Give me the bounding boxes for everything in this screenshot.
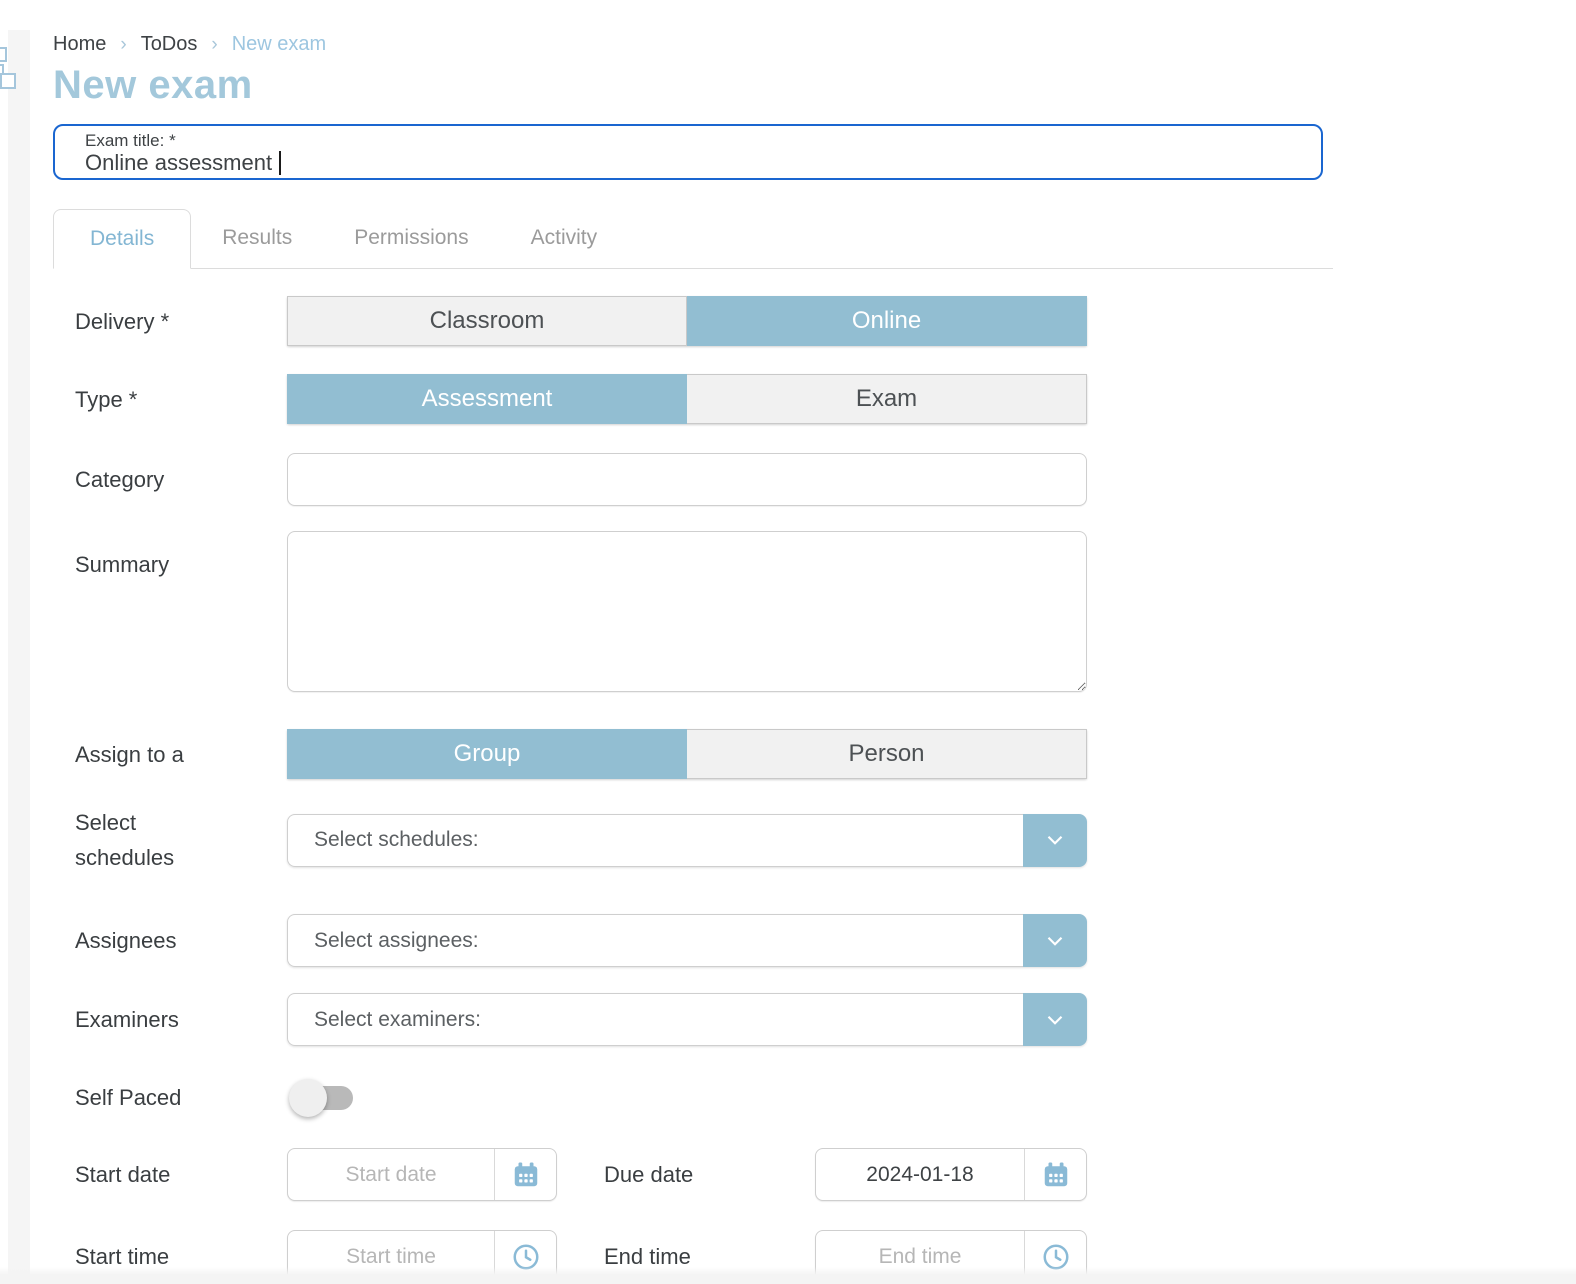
examiners-placeholder: Select examiners: bbox=[287, 993, 1023, 1046]
bottom-fade bbox=[0, 1267, 1576, 1284]
exam-title-label: Exam title: * bbox=[85, 131, 1321, 151]
schedules-placeholder: Select schedules: bbox=[287, 814, 1023, 867]
left-sidebar-rail bbox=[8, 30, 30, 1284]
examiners-label: Examiners bbox=[53, 1002, 287, 1037]
start-date-calendar-button[interactable] bbox=[494, 1149, 556, 1200]
breadcrumb-home[interactable]: Home bbox=[53, 33, 106, 56]
text-cursor bbox=[279, 151, 281, 175]
type-assessment-button[interactable]: Assessment bbox=[287, 374, 687, 424]
dates-row: Start date Due date bbox=[53, 1148, 1333, 1201]
exam-details-form: Delivery * Classroom Online Type * Asses… bbox=[53, 296, 1333, 1283]
schedules-dropdown-button[interactable] bbox=[1023, 814, 1087, 867]
org-chart-icon bbox=[0, 46, 17, 92]
summary-label: Summary bbox=[53, 531, 287, 582]
delivery-label: Delivery * bbox=[53, 304, 287, 339]
start-date-label: Start date bbox=[53, 1157, 287, 1192]
assignees-row: Assignees Select assignees: bbox=[53, 914, 1333, 967]
due-date-input[interactable] bbox=[816, 1149, 1024, 1200]
exam-title-field[interactable]: Exam title: * Online assessment bbox=[53, 124, 1323, 180]
assignees-placeholder: Select assignees: bbox=[287, 914, 1023, 967]
assign-to-label: Assign to a bbox=[53, 737, 287, 772]
self-paced-row: Self Paced bbox=[53, 1080, 1333, 1115]
due-date-field bbox=[815, 1148, 1087, 1201]
exam-title-value: Online assessment bbox=[85, 151, 272, 175]
examiners-select[interactable]: Select examiners: bbox=[287, 993, 1087, 1046]
schedules-select[interactable]: Select schedules: bbox=[287, 814, 1087, 867]
breadcrumb-new-exam[interactable]: New exam bbox=[232, 33, 326, 56]
delivery-online-button[interactable]: Online bbox=[687, 296, 1087, 346]
self-paced-label: Self Paced bbox=[53, 1080, 287, 1115]
summary-textarea[interactable] bbox=[287, 531, 1087, 692]
chevron-down-icon bbox=[1042, 1007, 1068, 1033]
assignees-select[interactable]: Select assignees: bbox=[287, 914, 1087, 967]
assign-to-toggle: Group Person bbox=[287, 729, 1087, 779]
tab-bar: Details Results Permissions Activity bbox=[53, 208, 1333, 269]
assignees-label: Assignees bbox=[53, 923, 287, 958]
breadcrumb: Home › ToDos › New exam bbox=[53, 33, 1333, 56]
assignees-dropdown-button[interactable] bbox=[1023, 914, 1087, 967]
chevron-down-icon bbox=[1042, 827, 1068, 853]
start-date-field bbox=[287, 1148, 557, 1201]
type-toggle: Assessment Exam bbox=[287, 374, 1087, 424]
delivery-classroom-button[interactable]: Classroom bbox=[287, 296, 687, 346]
end-time-label: End time bbox=[604, 1244, 815, 1270]
due-date-label: Due date bbox=[604, 1162, 815, 1188]
tab-permissions[interactable]: Permissions bbox=[323, 208, 499, 268]
schedules-row: Select schedules Select schedules: bbox=[53, 805, 1333, 875]
summary-row: Summary bbox=[53, 531, 1333, 692]
calendar-icon bbox=[511, 1160, 541, 1190]
category-input[interactable] bbox=[287, 453, 1087, 506]
breadcrumb-separator-icon: › bbox=[120, 34, 126, 56]
tab-results[interactable]: Results bbox=[191, 208, 323, 268]
type-row: Type * Assessment Exam bbox=[53, 374, 1333, 424]
breadcrumb-todos[interactable]: ToDos bbox=[141, 33, 198, 56]
schedules-label: Select schedules bbox=[53, 805, 287, 875]
breadcrumb-separator-icon: › bbox=[211, 34, 217, 56]
examiners-row: Examiners Select examiners: bbox=[53, 993, 1333, 1046]
tab-activity[interactable]: Activity bbox=[500, 208, 629, 268]
tab-details[interactable]: Details bbox=[53, 209, 191, 269]
delivery-row: Delivery * Classroom Online bbox=[53, 296, 1333, 346]
due-date-calendar-button[interactable] bbox=[1024, 1149, 1086, 1200]
self-paced-toggle[interactable] bbox=[295, 1086, 353, 1110]
category-label: Category bbox=[53, 462, 287, 497]
calendar-icon bbox=[1041, 1160, 1071, 1190]
examiners-dropdown-button[interactable] bbox=[1023, 993, 1087, 1046]
start-date-input[interactable] bbox=[288, 1149, 494, 1200]
assign-group-button[interactable]: Group bbox=[287, 729, 687, 779]
assign-person-button[interactable]: Person bbox=[687, 729, 1087, 779]
toggle-knob bbox=[289, 1079, 327, 1117]
page-title: New exam bbox=[53, 63, 1333, 107]
type-label: Type * bbox=[53, 382, 287, 417]
category-row: Category bbox=[53, 453, 1333, 506]
type-exam-button[interactable]: Exam bbox=[687, 374, 1087, 424]
chevron-down-icon bbox=[1042, 928, 1068, 954]
assign-to-row: Assign to a Group Person bbox=[53, 729, 1333, 779]
delivery-toggle: Classroom Online bbox=[287, 296, 1087, 346]
